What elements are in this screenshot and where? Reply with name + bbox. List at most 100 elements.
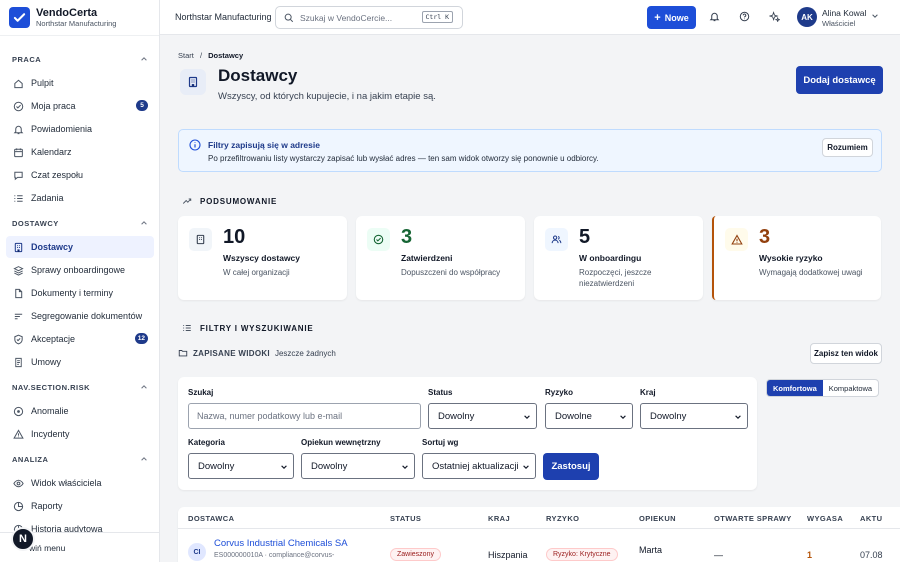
sidebar-item-dostawcy[interactable]: Dostawcy xyxy=(6,236,154,258)
density-comfortable-button[interactable]: Komfortowa xyxy=(767,380,823,396)
column-header[interactable]: OPIEKUN xyxy=(639,514,676,523)
column-header[interactable]: WYGASA xyxy=(807,514,843,523)
vendors-table: DOSTAWCA STATUS KRAJ RYZYKO OPIEKUN OTWA… xyxy=(178,507,900,562)
status-select[interactable]: Dowolny xyxy=(428,403,537,429)
column-header[interactable]: OTWARTE SPRAWY xyxy=(714,514,792,523)
stat-card-high-risk[interactable]: 3 Wysokie ryzyko Wymagają dodatkowej uwa… xyxy=(712,216,881,300)
owner-label: Opiekun wewnętrzny xyxy=(301,438,381,447)
expires-cell: 1 xyxy=(807,550,813,560)
sidebar-item-widok[interactable]: Widok właściciela xyxy=(6,472,154,494)
sidebar-item-incydenty[interactable]: Incydenty xyxy=(6,423,154,445)
sidebar-item-powiadomienia[interactable]: Powiadomienia xyxy=(6,118,154,140)
sort-value: Ostatniej aktualizacji xyxy=(432,460,519,472)
bell-icon[interactable] xyxy=(709,11,720,22)
chevron-down-icon xyxy=(401,463,409,471)
sidebar-item-label: Zadania xyxy=(31,193,64,203)
folder-icon xyxy=(178,348,188,358)
sidebar-item-label: Dokumenty i terminy xyxy=(31,288,114,298)
section-title: PRACA xyxy=(12,54,42,64)
save-view-button[interactable]: Zapisz ten widok xyxy=(810,343,882,364)
risk-value: Dowolne xyxy=(555,410,592,422)
search-input[interactable]: Szukaj w VendoCercie... Ctrl K xyxy=(275,6,463,29)
section-praca[interactable]: PRACA xyxy=(0,52,159,66)
category-label: Kategoria xyxy=(188,438,225,447)
building-icon xyxy=(189,228,212,251)
stat-card-onboarding[interactable]: 5 W onboardingu Rozpoczęci, jeszcze niez… xyxy=(534,216,703,300)
sidebar-item-czat[interactable]: Czat zespołu xyxy=(6,164,154,186)
sidebar-item-label: Incydenty xyxy=(31,429,70,439)
density-compact-button[interactable]: Kompaktowa xyxy=(823,380,878,396)
chevron-down-icon xyxy=(734,413,742,421)
chevron-up-icon xyxy=(140,455,148,463)
column-header[interactable]: STATUS xyxy=(390,514,421,523)
sidebar-item-zadania[interactable]: Zadania xyxy=(6,187,154,209)
sidebar-item-akceptacje[interactable]: Akceptacje 12 xyxy=(6,328,154,350)
risk-select[interactable]: Dowolne xyxy=(545,403,633,429)
apply-filters-button[interactable]: Zastosuj xyxy=(543,453,599,480)
sidebar-item-raporty[interactable]: Raporty xyxy=(6,495,154,517)
owner-select[interactable]: Dowolny xyxy=(301,453,415,479)
sort-select[interactable]: Ostatniej aktualizacji xyxy=(422,453,536,479)
sidebar-item-sprawy[interactable]: Sprawy onboardingowe xyxy=(6,259,154,281)
sidebar-item-label: Dostawcy xyxy=(31,242,74,252)
page-subtitle: Wszyscy, od których kupujecie, i na jaki… xyxy=(218,91,436,102)
new-button-label: Nowe xyxy=(664,12,689,23)
sidebar-item-dokumenty[interactable]: Dokumenty i terminy xyxy=(6,282,154,304)
breadcrumb-start[interactable]: Start xyxy=(178,51,194,60)
help-icon[interactable] xyxy=(739,11,750,22)
count-badge: 12 xyxy=(134,333,148,344)
new-button[interactable]: + Nowe xyxy=(647,6,696,29)
vendor-search-input[interactable]: Nazwa, numer podatkowy lub e-mail xyxy=(188,403,421,429)
sidebar-item-pulpit[interactable]: Pulpit xyxy=(6,72,154,94)
summary-title: PODSUMOWANIE xyxy=(200,196,278,206)
dismiss-button[interactable]: Rozumiem xyxy=(822,138,873,157)
assistant-avatar[interactable]: N xyxy=(11,527,35,551)
sidebar-item-label: Czat zespołu xyxy=(31,170,84,180)
country-label: Kraj xyxy=(640,388,656,397)
chevron-down-icon xyxy=(280,463,288,471)
contract-icon xyxy=(12,357,25,368)
chevron-down-icon[interactable] xyxy=(871,12,879,20)
layers-icon xyxy=(12,265,25,276)
country-select[interactable]: Dowolny xyxy=(640,403,748,429)
sidebar-item-anomalie[interactable]: Anomalie xyxy=(6,400,154,422)
column-header[interactable]: KRAJ xyxy=(488,514,510,523)
chevron-down-icon xyxy=(523,413,531,421)
count-badge: 5 xyxy=(136,100,148,111)
stat-title: Wysokie ryzyko xyxy=(759,253,823,263)
user-avatar[interactable]: AK xyxy=(797,7,817,27)
stat-card-all[interactable]: 10 Wszyscy dostawcy W całej organizacji xyxy=(178,216,347,300)
section-dostawcy[interactable]: DOSTAWCY xyxy=(0,216,159,230)
logo-check-icon xyxy=(9,7,30,28)
vendor-name-link[interactable]: Corvus Industrial Chemicals SA xyxy=(214,538,348,549)
add-vendor-button[interactable]: Dodaj dostawcę xyxy=(796,66,883,94)
sidebar-item-segregowanie[interactable]: Segregowanie dokumentów xyxy=(6,305,154,327)
warning-icon xyxy=(725,228,748,251)
sidebar-item-moja-praca[interactable]: Moja praca 5 xyxy=(6,95,154,117)
country-cell: Hiszpania xyxy=(488,550,528,560)
section-risk[interactable]: NAV.SECTION.RISK xyxy=(0,380,159,394)
open-cases-cell: — xyxy=(714,550,723,560)
category-select[interactable]: Dowolny xyxy=(188,453,294,479)
stat-card-approved[interactable]: 3 Zatwierdzeni Dopuszczeni do współpracy xyxy=(356,216,525,300)
sidebar: VendoCerta Northstar Manufacturing PRACA… xyxy=(0,0,160,562)
country-value: Dowolny xyxy=(650,410,687,422)
column-header[interactable]: RYZYKO xyxy=(546,514,579,523)
info-icon xyxy=(189,139,201,151)
saved-views-empty: Jeszcze żadnych xyxy=(274,348,336,358)
sparkle-icon[interactable] xyxy=(769,11,780,22)
sidebar-item-umowy[interactable]: Umowy xyxy=(6,351,154,373)
sort-icon xyxy=(12,311,25,322)
sidebar-item-label: Umowy xyxy=(31,357,62,367)
topbar: Northstar Manufacturing Szukaj w VendoCe… xyxy=(160,0,900,35)
brand[interactable]: VendoCerta Northstar Manufacturing xyxy=(0,0,159,36)
column-header[interactable]: AKTU xyxy=(860,514,882,523)
section-analiza[interactable]: ANALIZA xyxy=(0,452,159,466)
status-label: Status xyxy=(428,388,453,397)
user-name[interactable]: Alina Kowal xyxy=(822,8,866,18)
bell-icon xyxy=(12,124,25,135)
sidebar-item-kalendarz[interactable]: Kalendarz xyxy=(6,141,154,163)
column-header[interactable]: DOSTAWCA xyxy=(188,514,234,523)
collapse-menu-label: wiń menu xyxy=(29,542,66,553)
org-name[interactable]: Northstar Manufacturing xyxy=(175,12,272,22)
